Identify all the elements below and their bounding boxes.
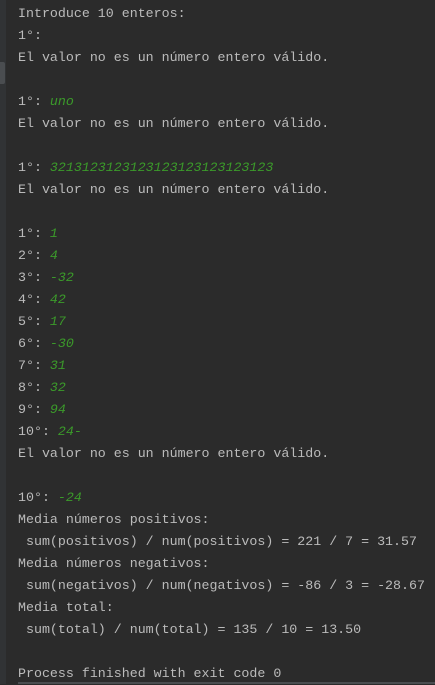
user-input: -32	[49, 270, 74, 285]
console-text: 2°:	[18, 248, 50, 263]
user-input: -24	[57, 490, 82, 505]
console-text: sum(negativos) / num(negativos) = -86 / …	[18, 578, 425, 593]
user-input: 32	[49, 380, 66, 395]
console-line: El valor no es un número entero válido.	[18, 47, 435, 69]
console-text: 3°:	[18, 270, 50, 285]
user-input: 4	[49, 248, 58, 263]
user-input: 3213123123123123123123123123	[49, 160, 274, 175]
console-text: El valor no es un número entero válido.	[18, 50, 330, 65]
console-line: 10°: 24-	[18, 421, 435, 443]
user-input: -30	[49, 336, 74, 351]
console-line: 10°: -24	[18, 487, 435, 509]
console-line: 6°: -30	[18, 333, 435, 355]
console-line: sum(negativos) / num(negativos) = -86 / …	[18, 575, 435, 597]
console-text: Process finished with exit code 0	[18, 666, 282, 681]
run-console-output[interactable]: Introduce 10 enteros: 1°: El valor no es …	[18, 3, 435, 685]
console-text: 8°:	[18, 380, 50, 395]
user-input: 17	[49, 314, 66, 329]
console-line: El valor no es un número entero válido.	[18, 113, 435, 135]
user-input: 94	[49, 402, 66, 417]
console-line: Media total:	[18, 597, 435, 619]
user-input: 31	[49, 358, 66, 373]
user-input: uno	[49, 94, 74, 109]
console-line: 8°: 32	[18, 377, 435, 399]
console-text: 1°:	[18, 94, 50, 109]
console-line: 3°: -32	[18, 267, 435, 289]
console-text: El valor no es un número entero válido.	[18, 182, 330, 197]
console-text: 4°:	[18, 292, 50, 307]
console-text: sum(positivos) / num(positivos) = 221 / …	[18, 534, 417, 549]
user-input: 1	[49, 226, 58, 241]
console-line: 1°:	[18, 25, 435, 47]
user-input: 24-	[57, 424, 82, 439]
editor-gutter	[0, 0, 6, 684]
console-line: El valor no es un número entero válido.	[18, 179, 435, 201]
console-line: Media números positivos:	[18, 509, 435, 531]
console-line: 5°: 17	[18, 311, 435, 333]
console-line: 1°: 1	[18, 223, 435, 245]
console-text: 1°:	[18, 160, 50, 175]
console-line: El valor no es un número entero válido.	[18, 443, 435, 465]
console-line: 7°: 31	[18, 355, 435, 377]
console-text: Introduce 10 enteros:	[18, 6, 186, 21]
console-text: 9°:	[18, 402, 50, 417]
console-line: 2°: 4	[18, 245, 435, 267]
console-line: Media números negativos:	[18, 553, 435, 575]
console-text: 1°:	[18, 28, 50, 43]
gutter-scroll-thumb[interactable]	[0, 62, 5, 84]
console-text: El valor no es un número entero válido.	[18, 446, 330, 461]
console-line: 1°: 3213123123123123123123123123	[18, 157, 435, 179]
console-line: 4°: 42	[18, 289, 435, 311]
console-text: 7°:	[18, 358, 50, 373]
console-text: Media números negativos:	[18, 556, 210, 571]
console-text: 6°:	[18, 336, 50, 351]
console-line: sum(total) / num(total) = 135 / 10 = 13.…	[18, 619, 435, 641]
console-text: 1°:	[18, 226, 50, 241]
console-line: 1°: uno	[18, 91, 435, 113]
console-text: El valor no es un número entero válido.	[18, 116, 330, 131]
console-line: sum(positivos) / num(positivos) = 221 / …	[18, 531, 435, 553]
console-text: Media total:	[18, 600, 114, 615]
console-text: Media números positivos:	[18, 512, 210, 527]
console-text: sum(total) / num(total) = 135 / 10 = 13.…	[18, 622, 362, 637]
console-text: 5°:	[18, 314, 50, 329]
console-text: 10°:	[18, 490, 58, 505]
console-line: 9°: 94	[18, 399, 435, 421]
console-line: Introduce 10 enteros:	[18, 3, 435, 25]
console-text: 10°:	[18, 424, 58, 439]
user-input: 42	[49, 292, 66, 307]
